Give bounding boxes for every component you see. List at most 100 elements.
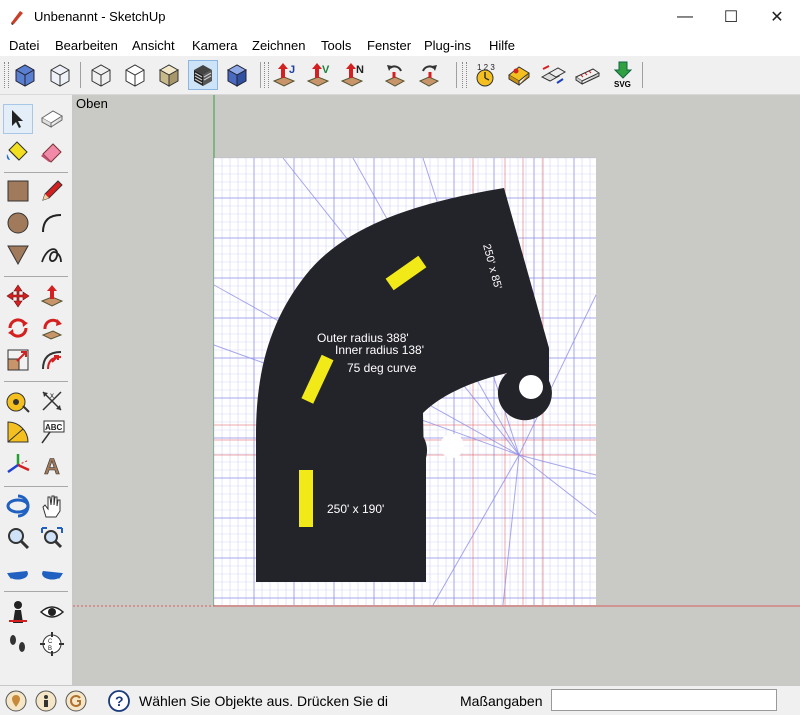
arc-icon bbox=[42, 214, 62, 233]
hidden-line-button[interactable] bbox=[120, 60, 150, 90]
arc-tool[interactable] bbox=[37, 208, 67, 238]
geo-location-icon[interactable] bbox=[5, 690, 27, 712]
select-tool[interactable] bbox=[3, 104, 33, 134]
scale-tool[interactable] bbox=[3, 345, 33, 375]
component-tool[interactable] bbox=[37, 104, 67, 134]
rectangle-tool[interactable] bbox=[3, 176, 33, 206]
monochrome-button[interactable] bbox=[222, 60, 252, 90]
eraser-tool[interactable] bbox=[37, 136, 67, 166]
dimension-tool-icon: x bbox=[42, 391, 62, 411]
next-view-tool[interactable] bbox=[37, 555, 67, 585]
menu-zeichnen[interactable]: Zeichnen bbox=[252, 38, 305, 53]
push-pull-tool[interactable] bbox=[37, 281, 67, 311]
menu-bearbeiten[interactable]: Bearbeiten bbox=[55, 38, 118, 53]
menu-kamera[interactable]: Kamera bbox=[192, 38, 238, 53]
look-around-eye-icon bbox=[39, 606, 65, 618]
shaded-button[interactable] bbox=[154, 60, 184, 90]
xray-button[interactable] bbox=[45, 60, 75, 90]
rotate-left-icon bbox=[384, 65, 406, 87]
follow-me-icon bbox=[41, 318, 63, 340]
freehand-tool[interactable] bbox=[37, 240, 67, 270]
upper-tab-hole bbox=[519, 375, 543, 399]
follow-me-tool[interactable] bbox=[37, 313, 67, 343]
offset-tool[interactable] bbox=[37, 345, 67, 375]
3d-text-tool[interactable]: A bbox=[37, 450, 67, 480]
numbering-button[interactable]: 1 2 3 bbox=[470, 60, 500, 90]
dimension-button[interactable] bbox=[504, 60, 534, 90]
tape-measure-icon bbox=[6, 392, 30, 413]
toolbar-grip[interactable] bbox=[462, 62, 467, 88]
look-around-tool[interactable] bbox=[37, 597, 67, 627]
circle-icon bbox=[7, 212, 29, 234]
tape-measure-tool[interactable] bbox=[3, 386, 33, 416]
account-icon[interactable] bbox=[65, 690, 87, 712]
mirror-icon bbox=[540, 65, 567, 84]
rotate-icon bbox=[8, 318, 28, 338]
menu-tools[interactable]: Tools bbox=[321, 38, 351, 53]
lower-tab-hole bbox=[440, 434, 464, 458]
extrude-j-button[interactable]: J bbox=[270, 60, 300, 90]
credits-icon[interactable] bbox=[35, 690, 57, 712]
protractor-icon bbox=[7, 421, 29, 443]
axes-tool[interactable] bbox=[3, 450, 33, 480]
extrude-n-icon: N bbox=[340, 63, 364, 87]
drawing-viewport[interactable]: Oben Outer radius 388' Inner radius 138'… bbox=[73, 95, 800, 685]
toolbar-grip[interactable] bbox=[4, 62, 9, 88]
section-plane-tool[interactable]: CB bbox=[37, 629, 67, 659]
export-svg-button[interactable]: SVG bbox=[608, 60, 638, 90]
minimize-button[interactable]: — bbox=[662, 0, 708, 34]
close-button[interactable]: ✕ bbox=[754, 0, 800, 34]
polygon-tool[interactable] bbox=[3, 240, 33, 270]
wireframe-button[interactable] bbox=[86, 60, 116, 90]
status-message: Wählen Sie Objekte aus. Drücken Sie di bbox=[139, 693, 389, 709]
menu-fenster[interactable]: Fenster bbox=[367, 38, 411, 53]
orbit-tool[interactable] bbox=[3, 491, 33, 521]
rotate-tool[interactable] bbox=[3, 313, 33, 343]
text-tool[interactable]: ABC bbox=[37, 418, 67, 448]
extrude-n-button[interactable]: N bbox=[338, 60, 368, 90]
inner-radius-label: Inner radius 138' bbox=[335, 343, 424, 357]
toolbar-grip[interactable] bbox=[264, 62, 269, 88]
move-tool[interactable] bbox=[3, 281, 33, 311]
tool-separator bbox=[4, 381, 68, 382]
select-arrow-icon bbox=[12, 110, 23, 128]
maximize-button[interactable]: ☐ bbox=[708, 0, 754, 34]
zoom-tool[interactable] bbox=[3, 523, 33, 553]
ruler-button[interactable] bbox=[572, 60, 602, 90]
measurements-input[interactable] bbox=[551, 689, 777, 711]
circle-tool[interactable] bbox=[3, 208, 33, 238]
shaded-textures-button[interactable] bbox=[188, 60, 218, 90]
walk-footprints-icon bbox=[10, 635, 25, 652]
position-camera-tool[interactable] bbox=[3, 597, 33, 627]
rotate-left-button[interactable] bbox=[380, 60, 410, 90]
svg-text:ABC: ABC bbox=[45, 423, 63, 432]
svg-text:C: C bbox=[48, 639, 53, 645]
zoom-extents-tool[interactable] bbox=[37, 523, 67, 553]
svg-label: SVG bbox=[614, 80, 631, 89]
menu-datei[interactable]: Datei bbox=[9, 38, 39, 53]
toolbar-separator bbox=[642, 62, 643, 88]
menu-hilfe[interactable]: Hilfe bbox=[489, 38, 515, 53]
walk-tool[interactable] bbox=[3, 629, 33, 659]
xray-icon bbox=[50, 64, 70, 87]
protractor-tool[interactable] bbox=[3, 418, 33, 448]
help-icon[interactable]: ? bbox=[108, 690, 130, 712]
menu-plugins[interactable]: Plug-ins bbox=[424, 38, 471, 53]
ruler-icon bbox=[574, 68, 601, 85]
paint-bucket-tool[interactable] bbox=[3, 136, 33, 166]
dimension-tool[interactable]: x bbox=[37, 386, 67, 416]
paint-bucket-icon bbox=[6, 141, 28, 161]
model-scene[interactable]: Outer radius 388' Inner radius 138' 75 d… bbox=[73, 95, 800, 685]
previous-view-tool[interactable] bbox=[3, 555, 33, 585]
extrude-v-button[interactable]: V bbox=[304, 60, 334, 90]
mirror-button[interactable] bbox=[538, 60, 568, 90]
pan-tool[interactable] bbox=[37, 491, 67, 521]
pan-hand-icon bbox=[42, 495, 61, 518]
pencil-tool[interactable] bbox=[37, 176, 67, 206]
iso-view-button[interactable] bbox=[10, 60, 40, 90]
position-camera-icon bbox=[9, 601, 27, 623]
tool-separator bbox=[4, 276, 68, 277]
menu-ansicht[interactable]: Ansicht bbox=[132, 38, 175, 53]
svg-text:J: J bbox=[289, 64, 295, 76]
rotate-right-button[interactable] bbox=[414, 60, 444, 90]
